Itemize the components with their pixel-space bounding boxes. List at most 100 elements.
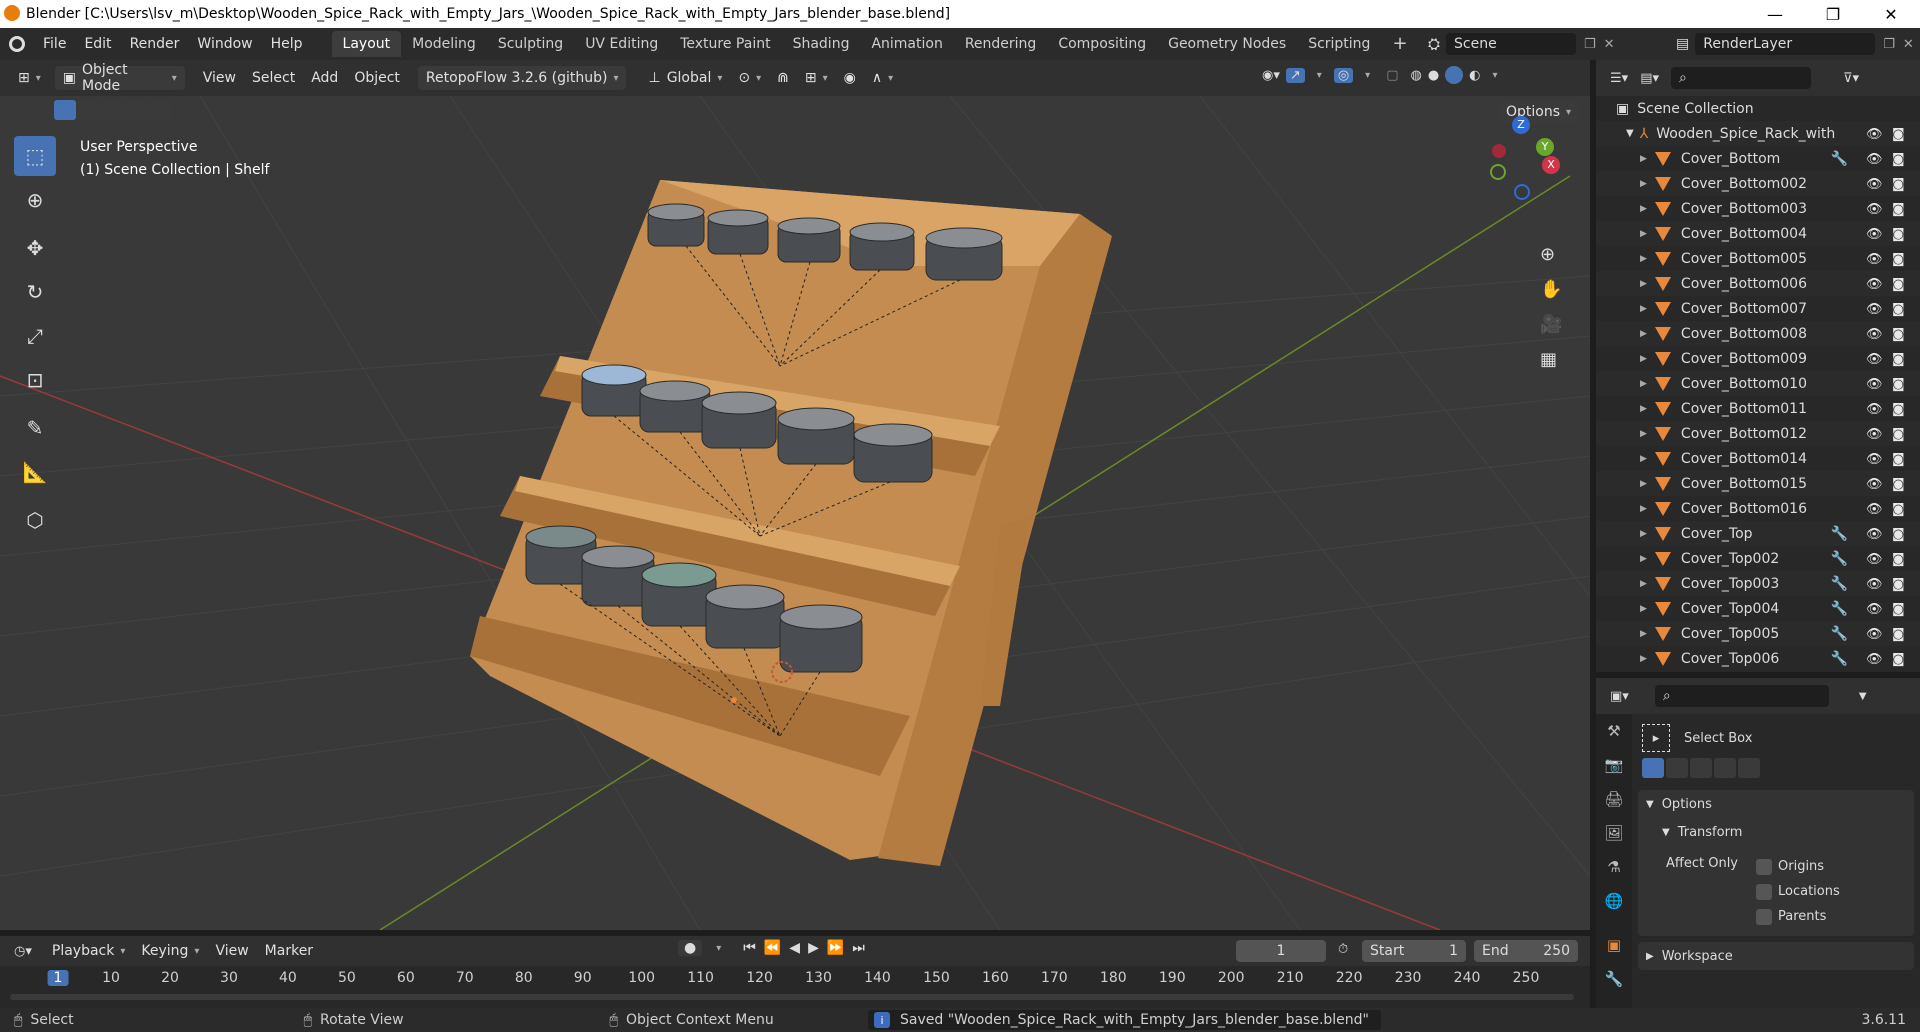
pan-hand-icon[interactable]: ✋ — [1540, 279, 1562, 300]
menu-object[interactable]: Object — [346, 66, 408, 90]
menu-edit[interactable]: Edit — [75, 28, 120, 60]
parents-checkbox[interactable]: Parents — [1756, 904, 1840, 929]
blender-menu-icon[interactable] — [0, 28, 34, 60]
menu-view[interactable]: View — [195, 66, 244, 90]
minimize-button[interactable]: — — [1746, 0, 1804, 28]
menu-help[interactable]: Help — [262, 28, 312, 60]
jump-start-icon[interactable]: ⏮ — [743, 940, 756, 956]
new-view-layer-icon[interactable]: ❐ — [1883, 37, 1895, 52]
tool-mode-extend-icon[interactable] — [1666, 758, 1688, 778]
navigation-gizmo[interactable]: Z X Y — [1480, 116, 1560, 200]
visibility-eye-icon[interactable]: 👁 — [1866, 652, 1883, 667]
gizmo-neg-x-icon[interactable] — [1492, 144, 1506, 158]
options-panel-header[interactable]: ▼ Options — [1638, 790, 1914, 818]
expand-arrow-icon[interactable]: ▶ — [1640, 404, 1647, 414]
visibility-eye-icon[interactable]: 👁 — [1866, 452, 1883, 467]
outliner-object-row[interactable]: ▶ Cover_Bottom014 👁 ◙ — [1596, 446, 1920, 471]
outliner-object-row[interactable]: ▶ Cover_Bottom009 👁 ◙ — [1596, 346, 1920, 371]
menu-select[interactable]: Select — [244, 66, 303, 90]
visibility-eye-icon[interactable]: 👁 — [1866, 302, 1883, 317]
outliner-object-row[interactable]: ▶ Cover_Bottom007 👁 ◙ — [1596, 296, 1920, 321]
visibility-eye-icon[interactable]: 👁 — [1866, 402, 1883, 417]
outliner-object-row[interactable]: ▶ Cover_Bottom003 👁 ◙ — [1596, 196, 1920, 221]
menu-render[interactable]: Render — [121, 28, 189, 60]
outliner-object-row[interactable]: ▶ Cover_Bottom010 👁 ◙ — [1596, 371, 1920, 396]
render-camera-icon[interactable]: ◙ — [1892, 177, 1908, 192]
expand-arrow-icon[interactable]: ▶ — [1640, 154, 1647, 164]
select-box-tool-icon[interactable]: ⬚ — [14, 136, 56, 176]
expand-arrow-icon[interactable]: ▶ — [1640, 229, 1647, 239]
render-camera-icon[interactable]: ◙ — [1892, 152, 1908, 167]
jump-end-icon[interactable]: ⏭ — [852, 940, 865, 956]
transform-orientation-dropdown[interactable]: ⊥ Global ▾ — [640, 66, 730, 90]
jump-keyframe-back-icon[interactable]: ⏪ — [764, 940, 781, 956]
scale-tool-icon[interactable]: ⤢ — [14, 316, 56, 356]
visibility-eye-icon[interactable]: 👁 — [1866, 327, 1883, 342]
tool-mode-subtract-icon[interactable] — [1690, 758, 1712, 778]
render-camera-icon[interactable]: ◙ — [1892, 552, 1908, 567]
play-icon[interactable]: ▶ — [808, 940, 819, 956]
modifier-wrench-icon[interactable]: 🔧 — [1831, 601, 1848, 617]
tab-scripting[interactable]: Scripting — [1297, 31, 1381, 57]
outliner-object-row[interactable]: ▶ Cover_Top004 🔧 👁 ◙ — [1596, 596, 1920, 621]
render-camera-icon[interactable]: ◙ — [1892, 427, 1908, 442]
menu-file[interactable]: File — [34, 28, 75, 60]
modifier-wrench-icon[interactable]: 🔧 — [1831, 651, 1848, 667]
expand-arrow-icon[interactable]: ▶ — [1640, 654, 1647, 664]
falloff-icon[interactable]: ∧ ▾ — [864, 66, 901, 90]
scene-selector[interactable]: Scene — [1446, 33, 1577, 55]
tool-mode-invert-icon[interactable] — [1714, 758, 1736, 778]
visibility-eye-icon[interactable]: 👁 — [1866, 127, 1883, 142]
modifier-wrench-icon[interactable]: 🔧 — [1831, 576, 1848, 592]
outliner-scene-collection[interactable]: ▣ Scene Collection — [1596, 96, 1920, 121]
outliner-editor-type-icon[interactable]: ☰▾ — [1610, 71, 1628, 86]
tab-geometry-nodes[interactable]: Geometry Nodes — [1157, 31, 1297, 57]
solid-shading-icon[interactable]: ● — [1428, 68, 1439, 83]
modifier-wrench-icon[interactable]: 🔧 — [1831, 626, 1848, 642]
expand-arrow-icon[interactable]: ▶ — [1640, 479, 1647, 489]
current-frame-field[interactable]: 1 — [1236, 940, 1326, 962]
expand-arrow-icon[interactable]: ▶ — [1640, 504, 1647, 514]
tab-compositing[interactable]: Compositing — [1047, 31, 1157, 57]
render-camera-icon[interactable]: ◙ — [1892, 652, 1908, 667]
outliner-object-row[interactable]: ▶ Cover_Top003 🔧 👁 ◙ — [1596, 571, 1920, 596]
parents-checkbox-box[interactable] — [1756, 908, 1772, 925]
spice-rack-model[interactable] — [470, 180, 1112, 866]
outliner-object-row[interactable]: ▶ Cover_Bottom012 👁 ◙ — [1596, 421, 1920, 446]
keying-menu[interactable]: Keying ▾ — [133, 939, 207, 963]
expand-arrow-icon[interactable]: ▶ — [1640, 529, 1647, 539]
outliner-object-row[interactable]: ▶ Cover_Bottom006 👁 ◙ — [1596, 271, 1920, 296]
properties-collapse-icon[interactable]: ▼ — [1859, 691, 1867, 702]
select-extend-icon[interactable] — [78, 100, 100, 120]
modifier-wrench-icon[interactable]: 🔧 — [1831, 551, 1848, 567]
transform-tool-icon[interactable]: ⊡ — [14, 360, 56, 400]
render-camera-icon[interactable]: ◙ — [1892, 477, 1908, 492]
3d-viewport[interactable]: ⬚ ⊕ ✥ ↻ ⤢ ⊡ ✎ 📐 ⬡ Options ▾ User Perspect… — [0, 96, 1590, 930]
properties-editor-type-icon[interactable]: ▣▾ — [1610, 689, 1629, 704]
tool-mode-intersect-icon[interactable] — [1738, 758, 1760, 778]
expand-arrow-icon[interactable]: ▶ — [1640, 454, 1647, 464]
tab-animation[interactable]: Animation — [860, 31, 953, 57]
visibility-eye-icon[interactable]: 👁 — [1866, 152, 1883, 167]
expand-arrow-icon[interactable]: ▶ — [1640, 579, 1647, 589]
marker-menu[interactable]: Marker — [257, 939, 321, 963]
outliner-object-row[interactable]: ▶ Cover_Top006 🔧 👁 ◙ — [1596, 646, 1920, 671]
render-camera-icon[interactable]: ◙ — [1892, 452, 1908, 467]
visibility-eye-icon[interactable]: 👁 — [1866, 527, 1883, 542]
close-button[interactable]: ✕ — [1862, 0, 1920, 28]
gizmo-neg-y-icon[interactable] — [1490, 164, 1506, 180]
menu-window[interactable]: Window — [188, 28, 261, 60]
timeline-scrollbar[interactable] — [10, 994, 1574, 1000]
render-camera-icon[interactable]: ◙ — [1892, 527, 1908, 542]
tool-tab-icon[interactable]: ⚒ — [1596, 714, 1632, 748]
annotate-tool-icon[interactable]: ✎ — [14, 408, 56, 448]
object-tab-icon[interactable]: ▣ — [1596, 928, 1632, 962]
render-camera-icon[interactable]: ◙ — [1892, 577, 1908, 592]
visibility-eye-icon[interactable]: 👁 — [1866, 227, 1883, 242]
modifier-wrench-icon[interactable]: 🔧 — [1831, 151, 1848, 167]
output-tab-icon[interactable]: 🖨 — [1596, 782, 1632, 816]
camera-view-icon[interactable]: 🎥 — [1540, 314, 1562, 335]
gizmo-y-axis[interactable]: Y — [1536, 138, 1554, 156]
rotate-tool-icon[interactable]: ↻ — [14, 272, 56, 312]
retopoflow-menu[interactable]: RetopoFlow 3.2.6 (github) ▾ — [417, 66, 627, 90]
